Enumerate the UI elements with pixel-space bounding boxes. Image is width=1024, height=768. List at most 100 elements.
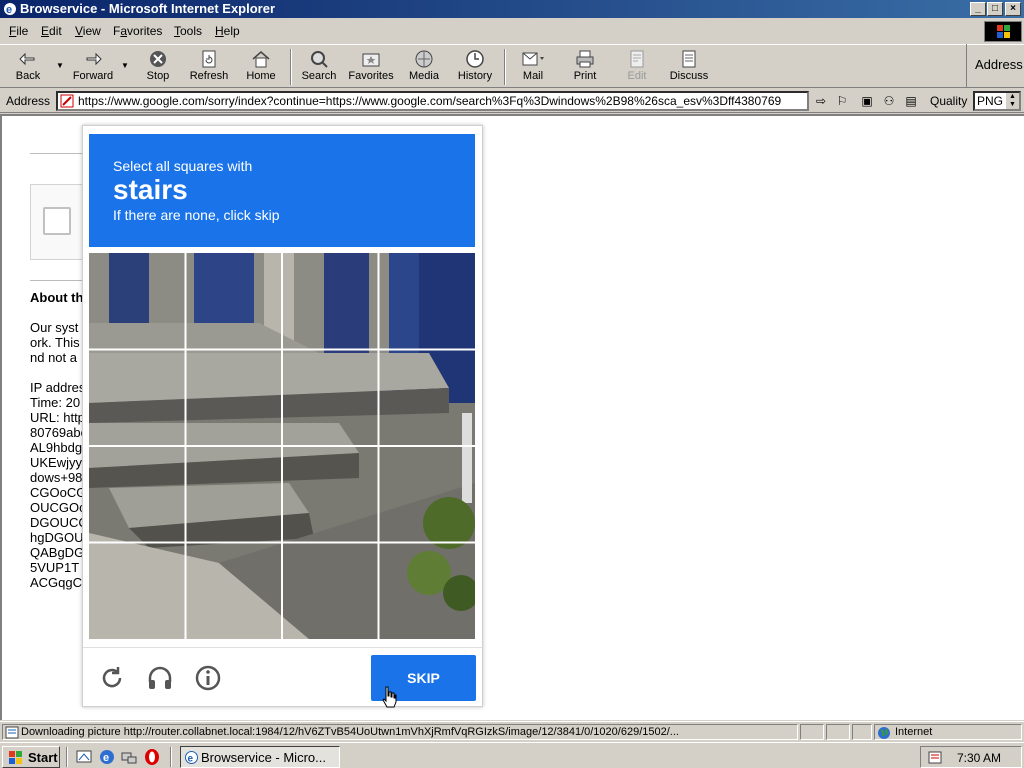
captcha-tile-6[interactable]: [186, 350, 280, 444]
status-pane: [826, 724, 850, 740]
mail-button[interactable]: Mail: [512, 47, 554, 87]
captcha-tile-4[interactable]: [380, 253, 474, 347]
request-details: IP addres Time: 20 URL: http 80769abe AL…: [30, 380, 88, 590]
captcha-tile-2[interactable]: [186, 253, 280, 347]
network-icon[interactable]: [120, 748, 138, 766]
instruction-target: stairs: [113, 174, 188, 205]
history-button[interactable]: History: [454, 47, 496, 87]
captcha-tile-13[interactable]: [89, 544, 183, 638]
taskbar: Start e e Browservice - Micro... 7:30 AM: [0, 742, 1024, 768]
menu-bar: File Edit View Favorites Tools Help: [0, 20, 1024, 42]
captcha-tile-15[interactable]: [283, 544, 377, 638]
reload-icon[interactable]: [98, 664, 126, 692]
back-dropdown-icon[interactable]: ▼: [56, 61, 64, 70]
menu-favorites[interactable]: Favorites: [113, 24, 162, 38]
captcha-tile-12[interactable]: [380, 447, 474, 541]
svg-text:e: e: [188, 754, 194, 765]
opera-icon[interactable]: [143, 748, 161, 766]
address-input[interactable]: https://www.google.com/sorry/index?conti…: [56, 91, 809, 111]
stop-icon: [150, 51, 166, 67]
info-icon[interactable]: [194, 664, 222, 692]
captcha-tile-7[interactable]: [283, 350, 377, 444]
go-arrow-icon[interactable]: ⇨: [812, 93, 830, 109]
status-bar: Downloading picture http://router.collab…: [0, 721, 1024, 741]
ie-logo-icon: e: [4, 3, 16, 16]
status-pane: [852, 724, 872, 740]
captcha-tile-1[interactable]: [89, 253, 183, 347]
clock[interactable]: 7:30 AM: [957, 751, 1001, 765]
hand-cursor-icon: [382, 686, 397, 708]
forward-button[interactable]: Forward: [68, 47, 118, 87]
title-bar: e Browservice - Microsoft Internet Explo…: [0, 0, 1024, 18]
start-button[interactable]: Start: [2, 746, 60, 768]
home-button[interactable]: Home: [240, 47, 282, 87]
instruction-line: Select all squares with: [113, 158, 253, 174]
show-desktop-icon[interactable]: [75, 748, 93, 766]
media-button[interactable]: Media: [404, 47, 444, 87]
captcha-tile-16[interactable]: [380, 544, 474, 638]
quality-label: Quality: [930, 94, 968, 108]
divider: [30, 153, 82, 154]
window-title: Browservice - Microsoft Internet Explore…: [20, 1, 276, 16]
address-toolbar-label[interactable]: Address: [966, 44, 1024, 88]
bookmark-icon[interactable]: ⚐: [833, 93, 851, 109]
back-button[interactable]: Back: [6, 47, 50, 87]
captcha-tile-3[interactable]: [283, 253, 377, 347]
toolbar: Back ▼ Forward ▼ Stop Refresh Home Searc…: [0, 44, 1024, 88]
refresh-icon: [202, 50, 216, 68]
recaptcha-checkbox[interactable]: [43, 207, 71, 235]
forward-dropdown-icon[interactable]: ▼: [121, 61, 129, 70]
edit-icon: [630, 50, 644, 68]
instruction-hint: If there are none, click skip: [113, 207, 280, 223]
menu-edit[interactable]: Edit: [41, 24, 62, 38]
find-binoculars-icon[interactable]: ⚇: [880, 93, 898, 109]
minimize-button[interactable]: _: [970, 2, 986, 16]
captcha-tile-11[interactable]: [283, 447, 377, 541]
address-url: https://www.google.com/sorry/index?conti…: [78, 94, 782, 108]
close-button[interactable]: ×: [1005, 2, 1021, 16]
captcha-tile-9[interactable]: [89, 447, 183, 541]
menu-help[interactable]: Help: [215, 24, 240, 38]
taskbar-separator: [170, 747, 172, 767]
refresh-button[interactable]: Refresh: [186, 47, 232, 87]
captcha-tile-14[interactable]: [186, 544, 280, 638]
captcha-tile-8[interactable]: [380, 350, 474, 444]
audio-headphones-icon[interactable]: [146, 664, 174, 692]
system-tray: 7:30 AM: [920, 746, 1022, 768]
about-heading: About th: [30, 290, 84, 305]
download-page-icon: [5, 726, 19, 739]
about-paragraph: Our syst ork. This nd not a: [30, 320, 80, 365]
search-button[interactable]: Search: [298, 47, 340, 87]
edit-button[interactable]: Edit: [618, 47, 656, 87]
toolbar-separator: [504, 49, 506, 85]
home-icon: [252, 51, 270, 68]
discuss-button[interactable]: Discuss: [666, 47, 712, 87]
menu-file[interactable]: File: [9, 24, 28, 38]
divider: [30, 280, 82, 281]
status-pane: [800, 724, 824, 740]
captcha-image-grid: [89, 253, 475, 639]
captcha-tile-10[interactable]: [186, 447, 280, 541]
scheduler-icon[interactable]: [927, 750, 945, 765]
printer-icon: [576, 50, 594, 68]
page-error-icon: [60, 94, 74, 108]
taskbar-window-button[interactable]: e Browservice - Micro...: [180, 746, 340, 768]
captcha-tile-5[interactable]: [89, 350, 183, 444]
maximize-button[interactable]: □: [987, 2, 1003, 16]
stop-button[interactable]: Stop: [138, 47, 178, 87]
security-zone: Internet: [874, 724, 1022, 740]
menu-view[interactable]: View: [75, 24, 101, 38]
page-icon[interactable]: ▣: [858, 93, 876, 109]
back-arrow-icon: [19, 52, 35, 66]
clipboard-icon[interactable]: ▤: [902, 93, 920, 109]
print-button[interactable]: Print: [566, 47, 604, 87]
quality-select[interactable]: PNG ▲ ▼: [973, 91, 1021, 111]
ie-window-icon: e: [185, 751, 198, 765]
quality-spinner-icon[interactable]: ▲ ▼: [1006, 93, 1019, 109]
forward-arrow-icon: [86, 52, 102, 66]
windows-flag-icon: [9, 751, 22, 764]
ie-quicklaunch-icon[interactable]: e: [98, 748, 116, 766]
favorites-button[interactable]: Favorites: [346, 47, 396, 87]
toolbar-separator: [290, 49, 292, 85]
menu-tools[interactable]: Tools: [174, 24, 202, 38]
